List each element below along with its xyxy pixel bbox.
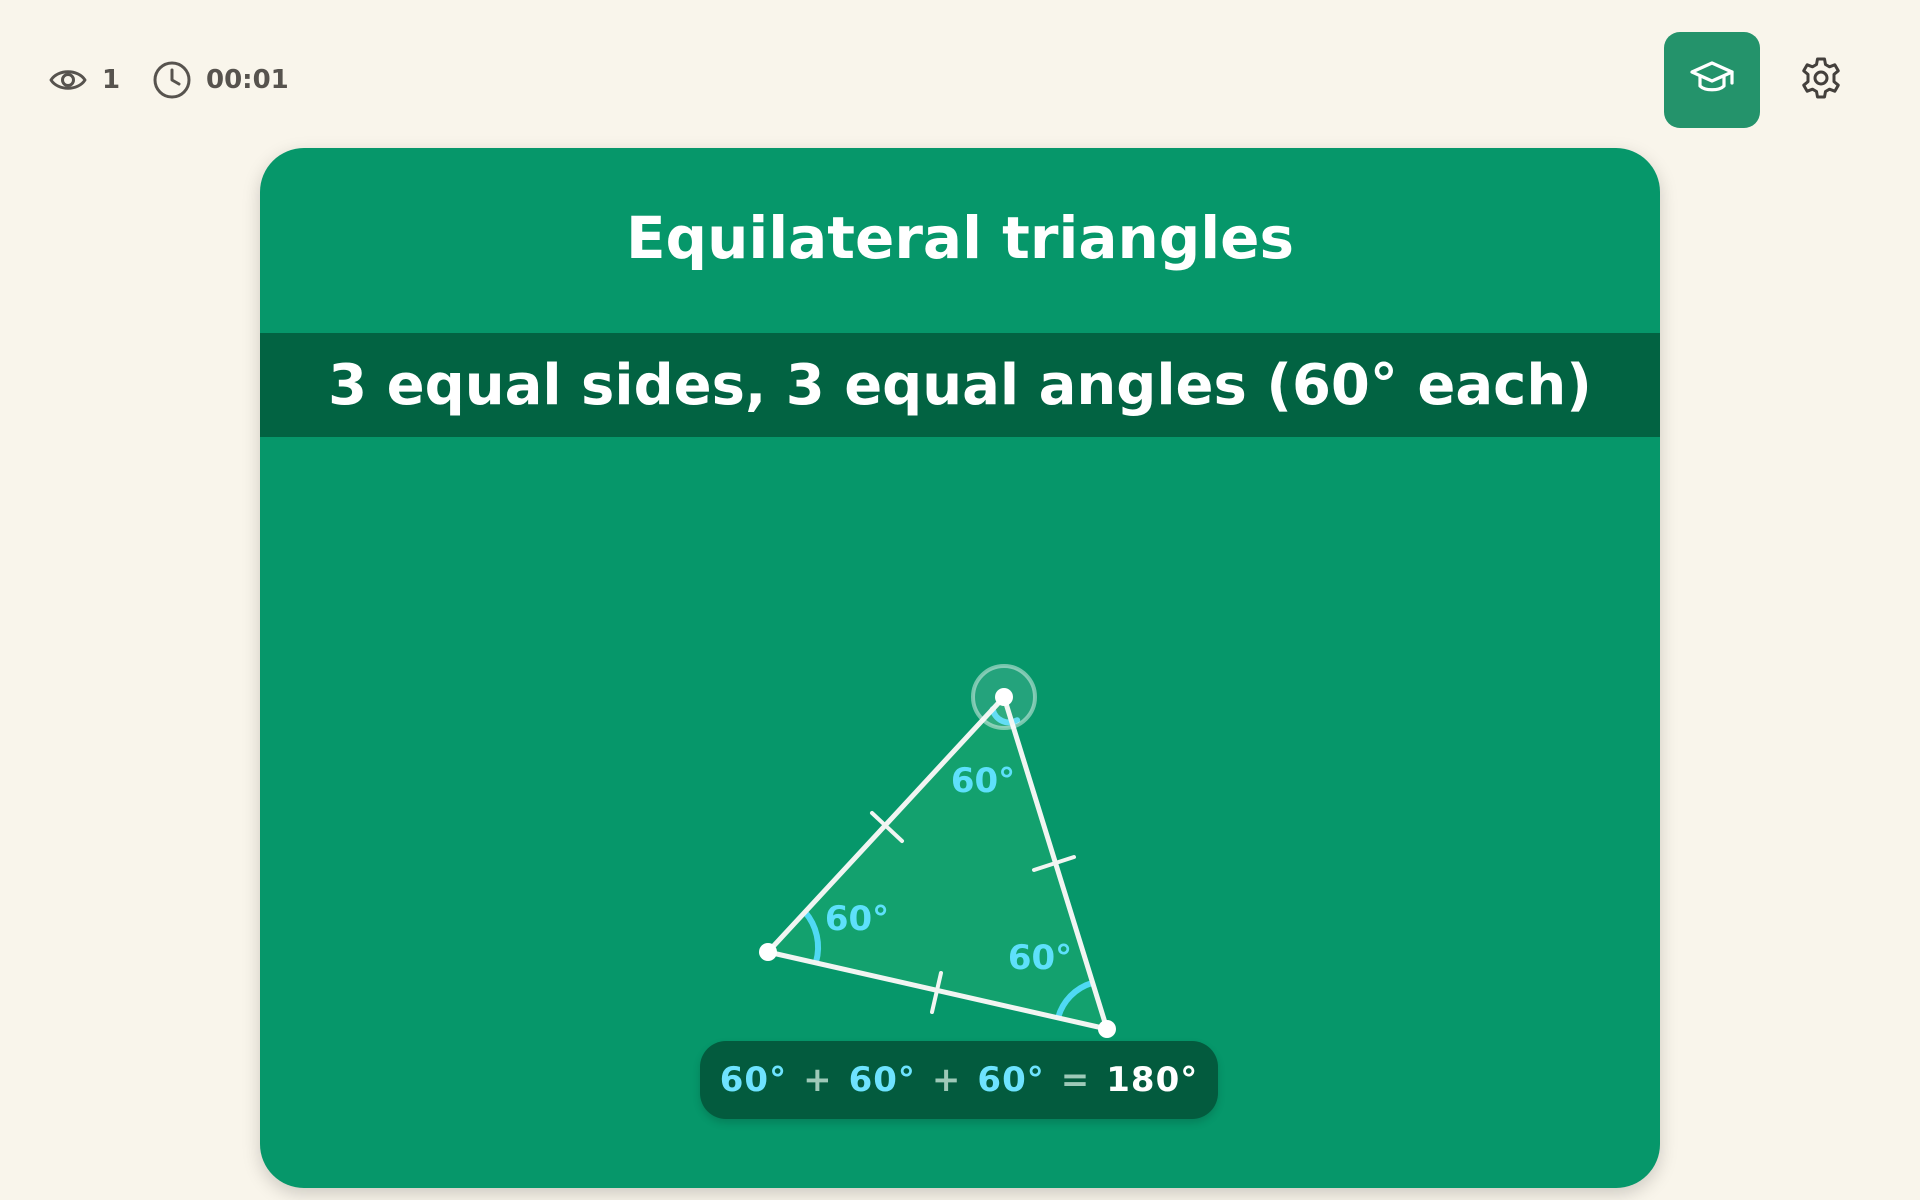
vertex-left-handle[interactable]	[759, 943, 777, 961]
formula-term-2: 60°	[848, 1060, 916, 1100]
eye-icon	[48, 65, 88, 95]
angle-sum-formula: 60° + 60° + 60° = 180°	[700, 1041, 1218, 1119]
lesson-card: Equilateral triangles 3 equal sides, 3 e…	[260, 148, 1660, 1188]
triangle-diagram: 60° 60° 60°	[759, 664, 1116, 1038]
timer-value: 00:01	[206, 65, 289, 95]
gear-icon	[1798, 55, 1844, 105]
formula-plus-2: +	[931, 1060, 962, 1100]
view-count: 1	[48, 60, 120, 100]
view-count-value: 1	[102, 65, 121, 95]
angle-label-top: 60°	[951, 761, 1015, 801]
top-bar: 1 00:01	[0, 0, 1920, 150]
settings-button[interactable]	[1796, 55, 1846, 105]
formula-plus-1: +	[803, 1060, 833, 1100]
card-subtitle: 3 equal sides, 3 equal angles (60° each)	[328, 352, 1592, 418]
angle-label-right: 60°	[1008, 938, 1072, 978]
formula-total: 180°	[1106, 1060, 1199, 1100]
vertex-right-handle[interactable]	[1098, 1020, 1116, 1038]
angle-label-left: 60°	[825, 899, 889, 939]
timer: 00:01	[152, 60, 289, 100]
formula-term-1: 60°	[719, 1060, 788, 1100]
card-title: Equilateral triangles	[625, 204, 1295, 272]
graduation-cap-icon	[1689, 58, 1735, 102]
formula-equals: =	[1060, 1060, 1091, 1100]
learn-button[interactable]	[1664, 32, 1760, 128]
subtitle-band: 3 equal sides, 3 equal angles (60° each)	[260, 333, 1660, 437]
formula-term-3: 60°	[977, 1060, 1045, 1100]
clock-icon	[152, 60, 192, 100]
vertex-top-handle[interactable]	[995, 688, 1013, 706]
